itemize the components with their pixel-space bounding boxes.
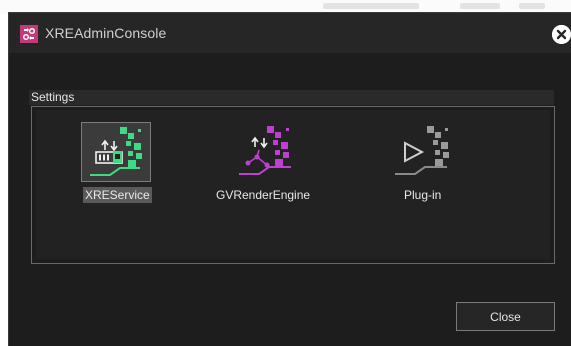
gv-render-engine-label: GVRenderEngine bbox=[216, 188, 311, 202]
gv-render-engine-icon bbox=[239, 126, 291, 175]
xre-service-icon-box bbox=[81, 122, 151, 182]
xre-service-item[interactable]: XREService bbox=[76, 122, 166, 203]
titlebar[interactable]: XREAdminConsole bbox=[9, 13, 571, 53]
window-title: XREAdminConsole bbox=[45, 25, 167, 41]
settings-group-label: Settings bbox=[31, 90, 75, 104]
settings-panel-inner: XREService GVRenderEngine Plug-in bbox=[36, 110, 550, 259]
admin-console-window: XREAdminConsole Settings XREService GVRe… bbox=[8, 12, 571, 346]
settings-panel: XREService GVRenderEngine Plug-in bbox=[31, 106, 555, 264]
close-button[interactable]: Close bbox=[456, 302, 555, 331]
gv-render-engine-icon-box bbox=[235, 122, 305, 182]
close-window-icon[interactable] bbox=[552, 25, 571, 44]
plugin-label: Plug-in bbox=[404, 188, 442, 202]
plugin-icon-box bbox=[391, 122, 461, 182]
xre-service-icon bbox=[90, 127, 142, 176]
plugin-icon bbox=[395, 126, 449, 175]
gv-render-engine-item[interactable]: GVRenderEngine bbox=[212, 122, 322, 202]
app-logo-icon bbox=[20, 25, 38, 43]
xre-service-label: XREService bbox=[83, 187, 152, 203]
plugin-item[interactable]: Plug-in bbox=[388, 122, 468, 202]
settings-group-header: Settings bbox=[29, 90, 554, 105]
